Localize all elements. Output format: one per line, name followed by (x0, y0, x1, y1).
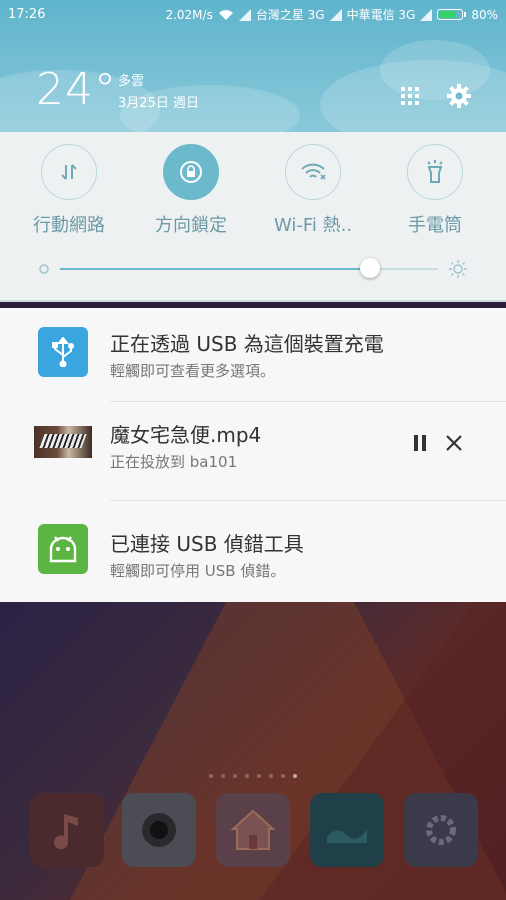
notification-subtitle: 輕觸即可查看更多選項。 (110, 362, 276, 380)
notification-list: 正在透過 USB 為這個裝置充電 輕觸即可查看更多選項。 魔女宅急便.mp4 正… (0, 308, 506, 602)
network-speed: 2.02M/s (165, 7, 213, 22)
date: 3月25日 週日 (118, 96, 199, 111)
signal-icon (420, 8, 433, 21)
status-bar: 17:26 2.02M/s 台灣之星 3G 中華電信 3G 80% (0, 0, 506, 28)
carrier-2: 中華電信 3G (346, 8, 416, 22)
toggle-rotation-lock[interactable]: 方向鎖定 (136, 144, 246, 237)
battery-icon (437, 9, 467, 20)
status-time: 17:26 (8, 7, 46, 22)
mobile-data-icon (41, 144, 97, 200)
brightness-fill (60, 268, 370, 270)
carrier-1: 台灣之星 3G (255, 8, 325, 22)
grid-icon[interactable] (396, 82, 424, 110)
divider (0, 300, 506, 302)
separator (110, 500, 506, 501)
temperature: 24° (36, 64, 117, 115)
notification-title: 正在透過 USB 為這個裝置充電 (110, 332, 384, 356)
camera-icon[interactable] (122, 793, 196, 867)
wifi-hotspot-icon (285, 144, 341, 200)
brightness-thumb[interactable] (359, 258, 380, 278)
android-debug-icon (38, 524, 88, 574)
close-icon[interactable] (442, 431, 466, 455)
gear-icon[interactable] (445, 82, 473, 110)
toggle-flashlight[interactable]: 手電筒 (380, 144, 490, 237)
brightness-slider[interactable] (38, 258, 468, 280)
brightness-low-icon (39, 264, 49, 274)
toggle-mobile-data[interactable]: 行動網路 (14, 144, 124, 237)
dock (0, 793, 506, 869)
gallery-icon[interactable] (310, 793, 384, 867)
notification-usb-charging[interactable]: 正在透過 USB 為這個裝置充電 輕觸即可查看更多選項。 (0, 308, 506, 405)
notification-subtitle: 輕觸即可停用 USB 偵錯。 (110, 562, 286, 580)
wifi-icon (218, 9, 233, 20)
notification-usb-debugging[interactable]: 已連接 USB 偵錯工具 輕觸即可停用 USB 偵錯。 (0, 504, 506, 601)
music-icon[interactable] (30, 793, 104, 867)
toggle-label: 行動網路 (33, 215, 105, 236)
toggle-label: 手電筒 (408, 215, 462, 236)
toggle-wifi-hotspot[interactable]: Wi-Fi 熱.. (258, 144, 368, 237)
usb-icon (38, 327, 88, 377)
notification-subtitle: 正在投放到 ba101 (110, 453, 238, 471)
brightness-high-icon (449, 260, 467, 278)
toggle-label: Wi-Fi 熱.. (273, 215, 353, 236)
separator (110, 401, 506, 402)
pause-icon[interactable] (408, 431, 432, 455)
video-thumbnail (34, 426, 92, 458)
flashlight-icon (407, 144, 463, 200)
signal-icon (238, 8, 251, 21)
page-indicator (0, 763, 506, 782)
battery-percent: 80% (471, 7, 498, 22)
settings-icon[interactable] (404, 793, 478, 867)
toggle-label: 方向鎖定 (155, 215, 227, 236)
notification-title: 魔女宅急便.mp4 (110, 423, 262, 447)
shade-header: 17:26 2.02M/s 台灣之星 3G 中華電信 3G 80% 24° 多雲… (0, 0, 506, 132)
rotation-lock-icon (163, 144, 219, 200)
home-app-icon[interactable] (216, 793, 290, 867)
signal-icon (329, 8, 342, 21)
notification-title: 已連接 USB 偵錯工具 (110, 532, 304, 556)
quick-settings: 行動網路 方向鎖定 Wi-Fi 熱.. 手電筒 (0, 132, 506, 300)
weather-condition: 多雲 (118, 74, 145, 89)
